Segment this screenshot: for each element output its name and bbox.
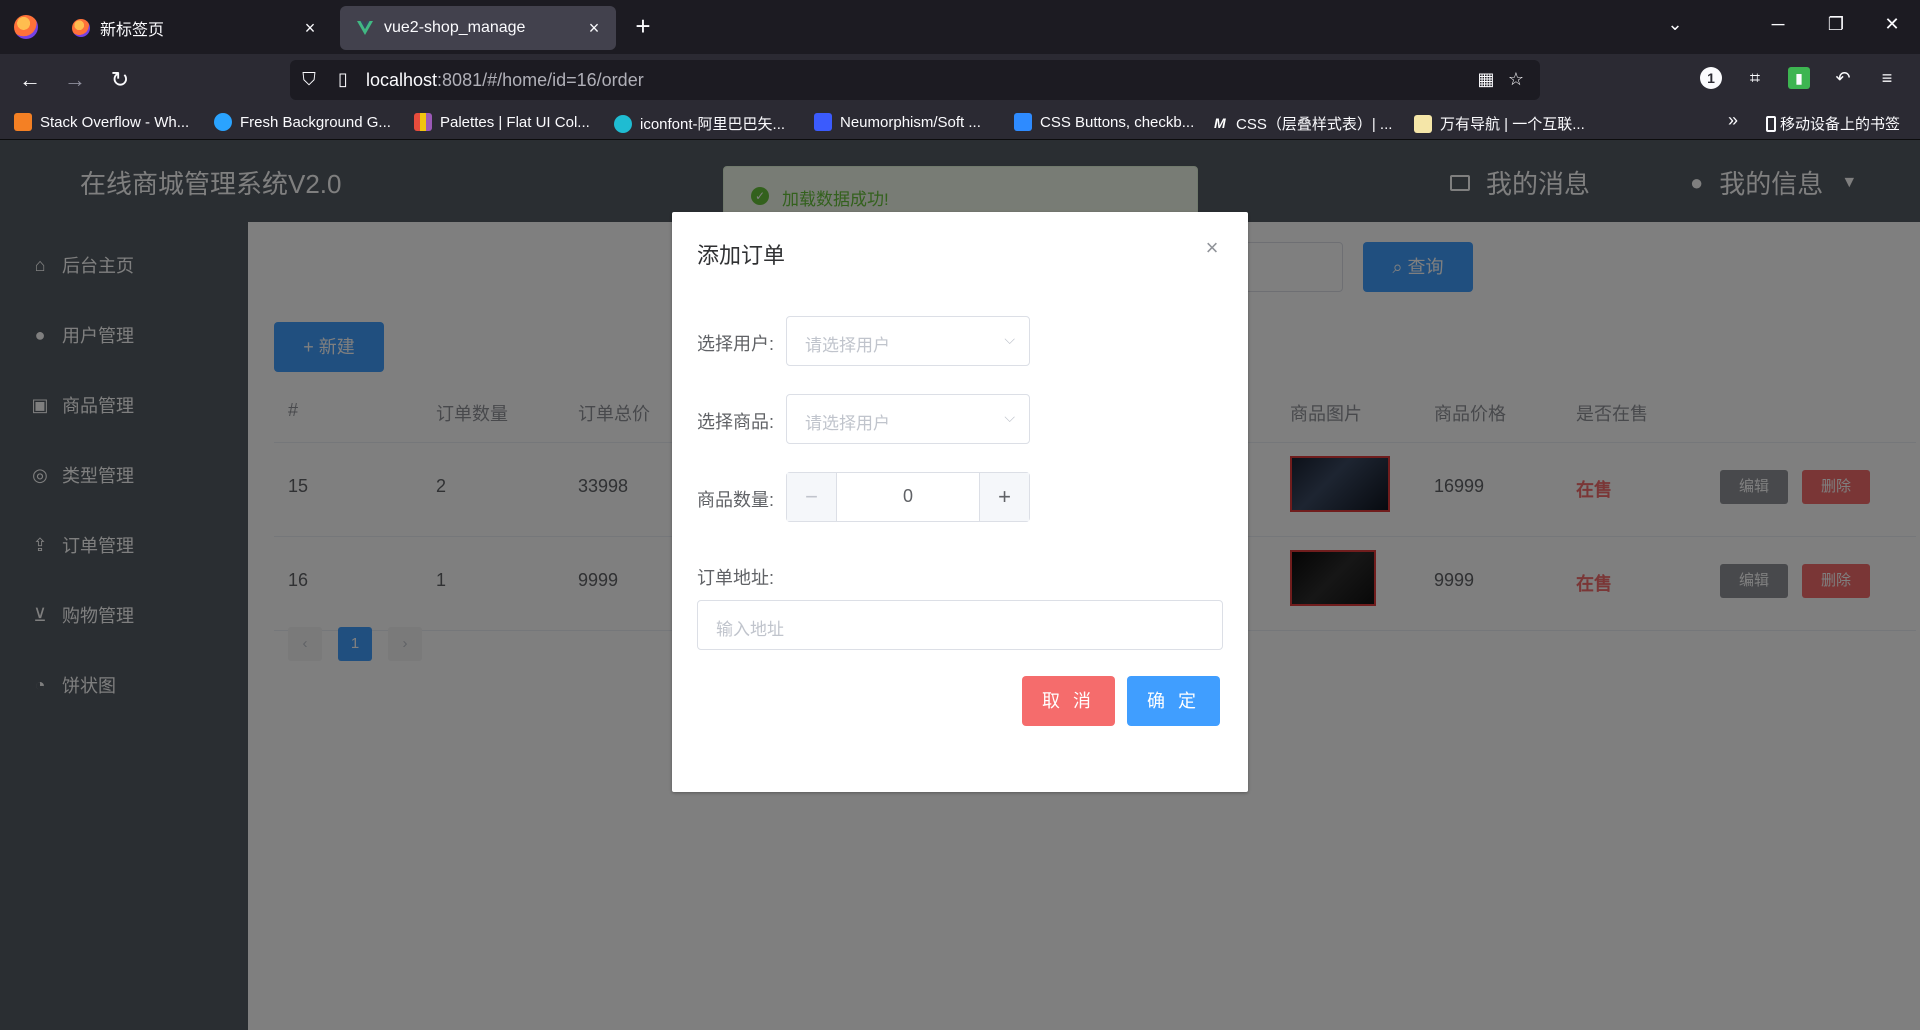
- window-close-icon[interactable]: ✕: [1880, 14, 1904, 35]
- bookmark-star-icon[interactable]: ☆: [1505, 69, 1527, 90]
- palettes-icon: [414, 113, 432, 131]
- bookmark-item[interactable]: Fresh Background G...: [214, 113, 391, 131]
- minimize-icon[interactable]: ─: [1766, 14, 1790, 35]
- quantity-label: 商品数量:: [697, 490, 775, 510]
- add-order-dialog: 添加订单 × 选择用户: 请选择用户 ⌵ 选择商品: 请选择用户 ⌵ 商品数量:…: [672, 212, 1248, 792]
- mobile-device-icon: [1766, 115, 1776, 132]
- qr-code-icon[interactable]: ▦: [1475, 69, 1497, 90]
- css-buttons-icon: [1014, 113, 1032, 131]
- new-tab-button[interactable]: +: [630, 13, 656, 40]
- back-icon[interactable]: ←: [16, 66, 44, 94]
- close-icon[interactable]: ×: [300, 18, 320, 38]
- iconfont-icon: [614, 114, 632, 133]
- bookmark-item[interactable]: iconfont-阿里巴巴矢...: [614, 113, 785, 134]
- wanyou-nav-icon: [1414, 114, 1432, 133]
- confirm-button[interactable]: 确 定: [1127, 676, 1220, 726]
- minus-icon[interactable]: −: [787, 473, 837, 521]
- page-info-icon[interactable]: ▯: [332, 69, 354, 90]
- close-icon[interactable]: ×: [1200, 236, 1224, 260]
- firefox-favicon-icon: [72, 19, 90, 37]
- tab-title: 新标签页: [100, 22, 165, 39]
- restore-icon[interactable]: ❐: [1824, 14, 1848, 35]
- tab-vue2-shop-manage[interactable]: vue2-shop_manage ×: [340, 6, 616, 50]
- more-bookmarks-icon[interactable]: »: [1728, 110, 1738, 131]
- neumorphism-icon: [814, 113, 832, 131]
- address-input[interactable]: 输入地址: [697, 600, 1223, 650]
- mobile-bookmarks[interactable]: 移动设备上的书签: [1766, 113, 1900, 134]
- bookmark-item[interactable]: Stack Overflow - Wh...: [14, 113, 189, 131]
- address-label: 订单地址:: [697, 568, 775, 588]
- chevron-down-icon: ⌵: [1004, 409, 1015, 425]
- browser-window: 新标签页 × vue2-shop_manage × + ⌄ ─ ❐ ✕ ← → …: [0, 0, 1920, 1030]
- navigation-bar: ← → ↻ ⛉ ▯ localhost:8081/#/home/id=16/or…: [0, 54, 1920, 106]
- user-label: 选择用户:: [697, 334, 775, 354]
- menu-icon[interactable]: ≡: [1876, 67, 1898, 89]
- user-select[interactable]: 请选择用户 ⌵: [786, 316, 1030, 366]
- bookmark-item[interactable]: M CSS（层叠样式表）| ...: [1214, 113, 1392, 134]
- bookmark-item[interactable]: CSS Buttons, checkb...: [1014, 113, 1194, 131]
- tab-new-tab[interactable]: 新标签页 ×: [56, 6, 332, 50]
- url-bar[interactable]: ⛉ ▯ localhost:8081/#/home/id=16/order ▦ …: [290, 60, 1540, 100]
- bookmarks-bar: Stack Overflow - Wh... Fresh Background …: [0, 106, 1920, 140]
- bookmark-item[interactable]: 万有导航 | 一个互联...: [1414, 113, 1585, 134]
- fresh-background-icon: [214, 113, 232, 131]
- forward-icon[interactable]: →: [61, 66, 89, 94]
- reload-icon[interactable]: ↻: [106, 66, 134, 94]
- green-extension-icon[interactable]: ▮: [1788, 67, 1810, 89]
- tab-strip: 新标签页 × vue2-shop_manage × + ⌄ ─ ❐ ✕: [0, 0, 1920, 54]
- stack-overflow-icon: [14, 113, 32, 131]
- mdn-icon: M: [1214, 114, 1226, 131]
- quantity-stepper[interactable]: − 0 +: [786, 472, 1030, 522]
- quantity-value[interactable]: 0: [837, 486, 979, 507]
- bookmark-item[interactable]: Palettes | Flat UI Col...: [414, 113, 590, 131]
- plus-icon[interactable]: +: [979, 473, 1029, 521]
- close-icon[interactable]: ×: [584, 18, 604, 38]
- bookmark-item[interactable]: Neumorphism/Soft ...: [814, 113, 981, 131]
- dialog-title: 添加订单: [697, 243, 786, 268]
- tab-title: vue2-shop_manage: [384, 19, 526, 36]
- url-text[interactable]: localhost:8081/#/home/id=16/order: [366, 70, 644, 91]
- firefox-menu-icon[interactable]: [14, 15, 38, 39]
- extension-one-icon[interactable]: 1: [1700, 67, 1722, 89]
- goods-select[interactable]: 请选择用户 ⌵: [786, 394, 1030, 444]
- crop-extension-icon[interactable]: ⌗: [1744, 67, 1766, 89]
- chevron-down-icon: ⌵: [1004, 331, 1015, 347]
- goods-label: 选择商品:: [697, 412, 775, 432]
- vue-favicon-icon: [357, 21, 373, 35]
- cancel-button[interactable]: 取 消: [1022, 676, 1115, 726]
- shield-icon[interactable]: ⛉: [298, 69, 320, 90]
- tab-list-chevron-down-icon[interactable]: ⌄: [1663, 14, 1687, 35]
- undo-icon[interactable]: ↶: [1832, 67, 1854, 89]
